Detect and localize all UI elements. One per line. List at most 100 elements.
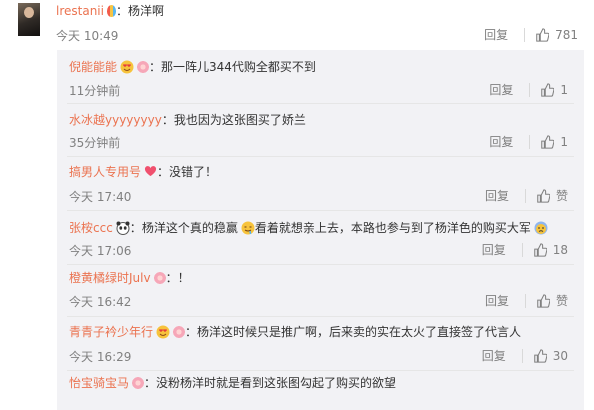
reply-username-link[interactable]: 怡宝骑宝马 [69,376,129,390]
flower-badge-icon [153,272,166,284]
username-link[interactable]: lrestanii [56,4,104,18]
comment-time: 今天 10:49 [56,29,119,43]
reply-line: 橙黄橘绿时Julv ：！ [69,269,190,287]
reply-username-link[interactable]: 水冰越yyyyyyyy [69,113,162,127]
reply-button[interactable]: 回复 [482,241,518,258]
reply-username-link[interactable]: 橙黄橘绿时Julv [69,271,151,285]
reply-actions: 回复 赞 [485,292,568,309]
divider-line [67,156,574,157]
colon: ： [165,271,178,285]
like-count: 赞 [555,294,568,308]
reply-text-continued: 看着就想亲上去，本路也参与到了杨洋色的购买大军 [254,221,531,235]
like-button[interactable]: 1 [540,83,568,97]
colon: ： [157,165,170,179]
like-count: 18 [552,242,568,257]
reply-username-link[interactable]: 张桉ccc [69,221,113,235]
reply-thread: 倪能能能 ：那一阵儿344代购全都买不到 11分钟前 回复 1 水冰越yyyyyy… [57,50,584,410]
divider-line [67,210,574,211]
reply-time: 11分钟前 [69,84,121,98]
reply-button[interactable]: 回复 [484,26,520,43]
reply-time: 今天 17:06 [69,244,132,258]
reply-button[interactable]: 回复 [482,347,518,364]
colon: ： [161,113,174,127]
comment-text: 杨洋啊 [128,4,165,18]
reply-username-link[interactable]: 搞男人专用号 [69,165,141,179]
divider [529,82,531,97]
avatar[interactable] [18,3,40,36]
like-count: 1 [560,134,568,149]
reply-actions: 回复 30 [482,347,568,364]
divider [524,27,526,42]
divider [521,242,523,257]
reply-line: 倪能能能 ：那一阵儿344代购全都买不到 [69,58,316,76]
drool-emoji-icon [241,221,255,235]
reply-actions: 回复 18 [482,241,568,258]
divider [524,188,526,203]
divider-line [67,316,574,317]
main-comment: lrestanii ：杨洋啊 今天 10:49 回复 781 [0,0,594,45]
like-button[interactable]: 30 [533,349,568,363]
reply-text: 没粉杨洋时就是看到这张图勾起了购买的欲望 [156,376,397,390]
reply-actions: 回复 1 [489,81,568,98]
thumbs-up-icon [536,27,550,42]
reply-button[interactable]: 回复 [489,133,525,150]
flower-badge-icon [173,326,186,338]
reply-actions: 回复 赞 [485,187,568,204]
divider-line [67,264,574,265]
reply-username-link[interactable]: 青青子衿少年行 [69,325,153,339]
flower-badge-icon [132,377,145,389]
reply-username-link[interactable]: 倪能能能 [69,60,117,74]
reply-text: 我也因为这张图买了娇兰 [173,113,306,127]
reply-actions: 回复 1 [489,133,568,150]
divider [529,134,531,149]
colon: ： [149,60,162,74]
reply-text: 杨洋这个真的稳赢 [141,221,238,235]
heart-emoji-icon [144,166,157,177]
like-button[interactable]: 赞 [536,187,568,204]
like-count: 赞 [555,189,568,203]
thumbs-up-icon [541,82,555,97]
reply-line: 水冰越yyyyyyyy：我也因为这张图买了娇兰 [69,111,306,129]
like-count: 30 [552,348,568,363]
divider [524,293,526,308]
like-count: 781 [555,27,578,42]
reply-text: 那一阵儿344代购全都买不到 [161,60,316,74]
reply-line: 青青子衿少年行 ：杨洋这时候只是推广啊，后来卖的实在太火了直接签了代言人 [69,323,521,341]
heart-eyes-emoji-icon [120,60,134,74]
reply-text: 杨洋这时候只是推广啊，后来卖的实在太火了直接签了代言人 [197,325,522,339]
reply-time: 35分钟前 [69,136,121,150]
main-comment-line: lrestanii ：杨洋啊 [56,2,164,20]
thumbs-up-icon [533,242,547,257]
reply-time: 今天 16:42 [69,295,132,309]
flower-badge-icon [137,61,150,73]
reply-button[interactable]: 回复 [485,292,521,309]
reply-time: 今天 17:40 [69,190,132,204]
divider [521,348,523,363]
colon: ： [185,325,198,339]
reply-line: 张桉ccc ：杨洋这个真的稳赢 看着就想亲上去，本路也参与到了杨洋色的购买大军 [69,219,548,237]
thumbs-up-icon [533,348,547,363]
thumbs-up-icon [537,188,550,203]
panda-emoji-icon [116,221,130,235]
divider-line [67,370,574,371]
reply-text: 没错了！ [169,165,218,179]
like-button[interactable]: 781 [535,28,578,42]
thumbs-up-icon [541,134,555,149]
crying-emoji-icon [534,221,548,235]
like-button[interactable]: 赞 [536,292,568,309]
balloon-badge-icon [106,5,116,17]
reply-button[interactable]: 回复 [485,187,521,204]
like-count: 1 [560,82,568,97]
reply-line: 怡宝骑宝马 ：没粉杨洋时就是看到这张图勾起了购买的欲望 [69,374,396,392]
reply-text: ！ [177,271,190,285]
like-button[interactable]: 1 [540,135,568,149]
reply-button[interactable]: 回复 [489,81,525,98]
reply-line: 搞男人专用号 ：没错了！ [69,163,217,181]
like-button[interactable]: 18 [533,243,568,257]
heart-eyes-emoji-icon [156,325,170,339]
colon: ： [115,4,128,18]
divider-line [67,103,574,104]
thumbs-up-icon [537,293,550,308]
reply-time: 今天 16:29 [69,350,132,364]
colon: ： [144,376,157,390]
